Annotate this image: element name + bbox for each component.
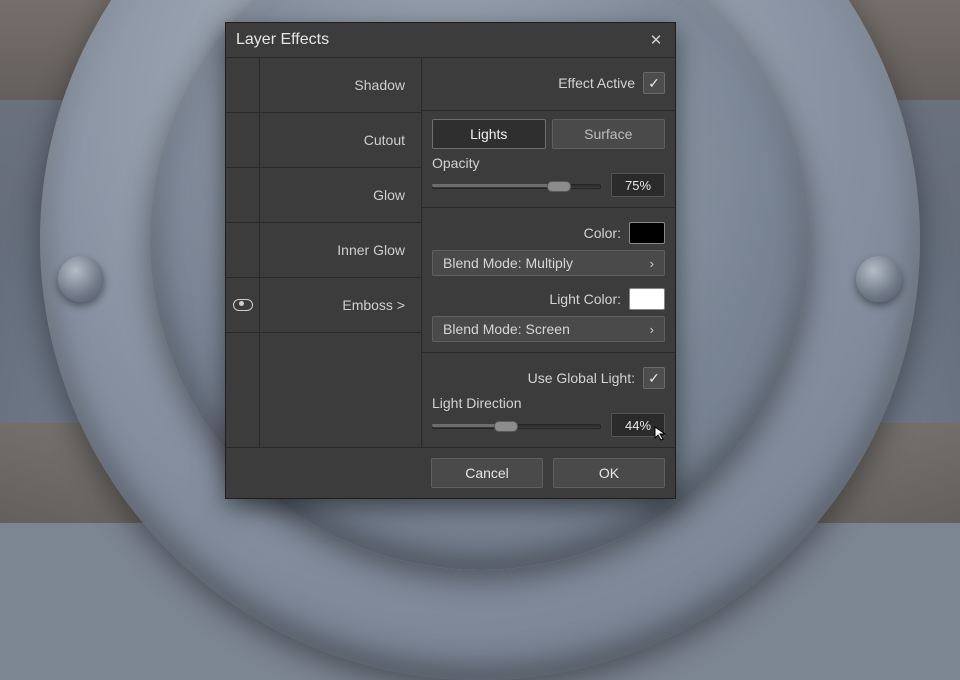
section-effect-active: Effect Active ✓ [422,58,675,111]
visibility-toggle-inner-glow[interactable] [226,223,260,277]
light-direction-slider[interactable] [432,418,601,432]
cancel-button[interactable]: Cancel [431,458,543,488]
visibility-column-spacer [226,333,260,447]
visibility-toggle-cutout[interactable] [226,113,260,167]
blend-mode-shadow-label: Blend Mode: Multiply [443,255,573,271]
ok-button[interactable]: OK [553,458,665,488]
layer-effects-dialog: Layer Effects ✕ Shadow Cutout Glow Inner… [225,22,676,499]
tab-lights[interactable]: Lights [432,119,546,149]
light-color-label: Light Color: [549,291,621,307]
blend-mode-light-label: Blend Mode: Screen [443,321,570,337]
color-label: Color: [584,225,621,241]
dialog-titlebar[interactable]: Layer Effects ✕ [226,23,675,58]
effect-row-cutout[interactable]: Cutout [226,113,421,168]
effect-active-label: Effect Active [558,75,635,91]
rivet-left [58,256,104,302]
visibility-toggle-shadow[interactable] [226,58,260,112]
tab-surface[interactable]: Surface [552,119,666,149]
section-tabs-opacity: Lights Surface Opacity 75% [422,111,675,208]
opacity-value[interactable]: 75% [611,173,665,197]
effect-label: Shadow [260,77,421,93]
effect-active-checkbox[interactable]: ✓ [643,72,665,94]
visibility-toggle-emboss[interactable] [226,278,260,332]
opacity-slider[interactable] [432,178,601,192]
subtabs: Lights Surface [432,119,665,149]
visibility-toggle-glow[interactable] [226,168,260,222]
effect-label: Cutout [260,132,421,148]
eye-icon [233,299,253,311]
blend-mode-shadow-dropdown[interactable]: Blend Mode: Multiply › [432,250,665,276]
effect-label: Inner Glow [260,242,421,258]
effect-list: Shadow Cutout Glow Inner Glow Emboss > [226,58,422,447]
light-color-swatch[interactable] [629,288,665,310]
color-swatch[interactable] [629,222,665,244]
effect-row-shadow[interactable]: Shadow [226,58,421,113]
effect-row-inner-glow[interactable]: Inner Glow [226,223,421,278]
global-light-label: Use Global Light: [528,370,635,386]
chevron-right-icon: › [650,256,654,271]
effect-label: Glow [260,187,421,203]
close-icon[interactable]: ✕ [647,31,665,49]
effect-row-emboss[interactable]: Emboss > [226,278,421,333]
dialog-footer: Cancel OK [226,447,675,498]
section-light-direction: Use Global Light: ✓ Light Direction 44% [422,353,675,447]
blend-mode-light-dropdown[interactable]: Blend Mode: Screen › [432,316,665,342]
effect-properties-panel: Effect Active ✓ Lights Surface Opacity [422,58,675,447]
effect-list-spacer [226,333,421,447]
opacity-label: Opacity [432,155,479,171]
effect-row-glow[interactable]: Glow [226,168,421,223]
light-direction-value[interactable]: 44% [611,413,665,437]
global-light-checkbox[interactable]: ✓ [643,367,665,389]
chevron-right-icon: › [650,322,654,337]
light-direction-label: Light Direction [432,395,522,411]
dialog-title: Layer Effects [236,31,329,49]
effect-label: Emboss > [260,297,421,313]
section-color-blend: Color: Blend Mode: Multiply › Light Colo… [422,208,675,353]
rivet-right [856,256,902,302]
